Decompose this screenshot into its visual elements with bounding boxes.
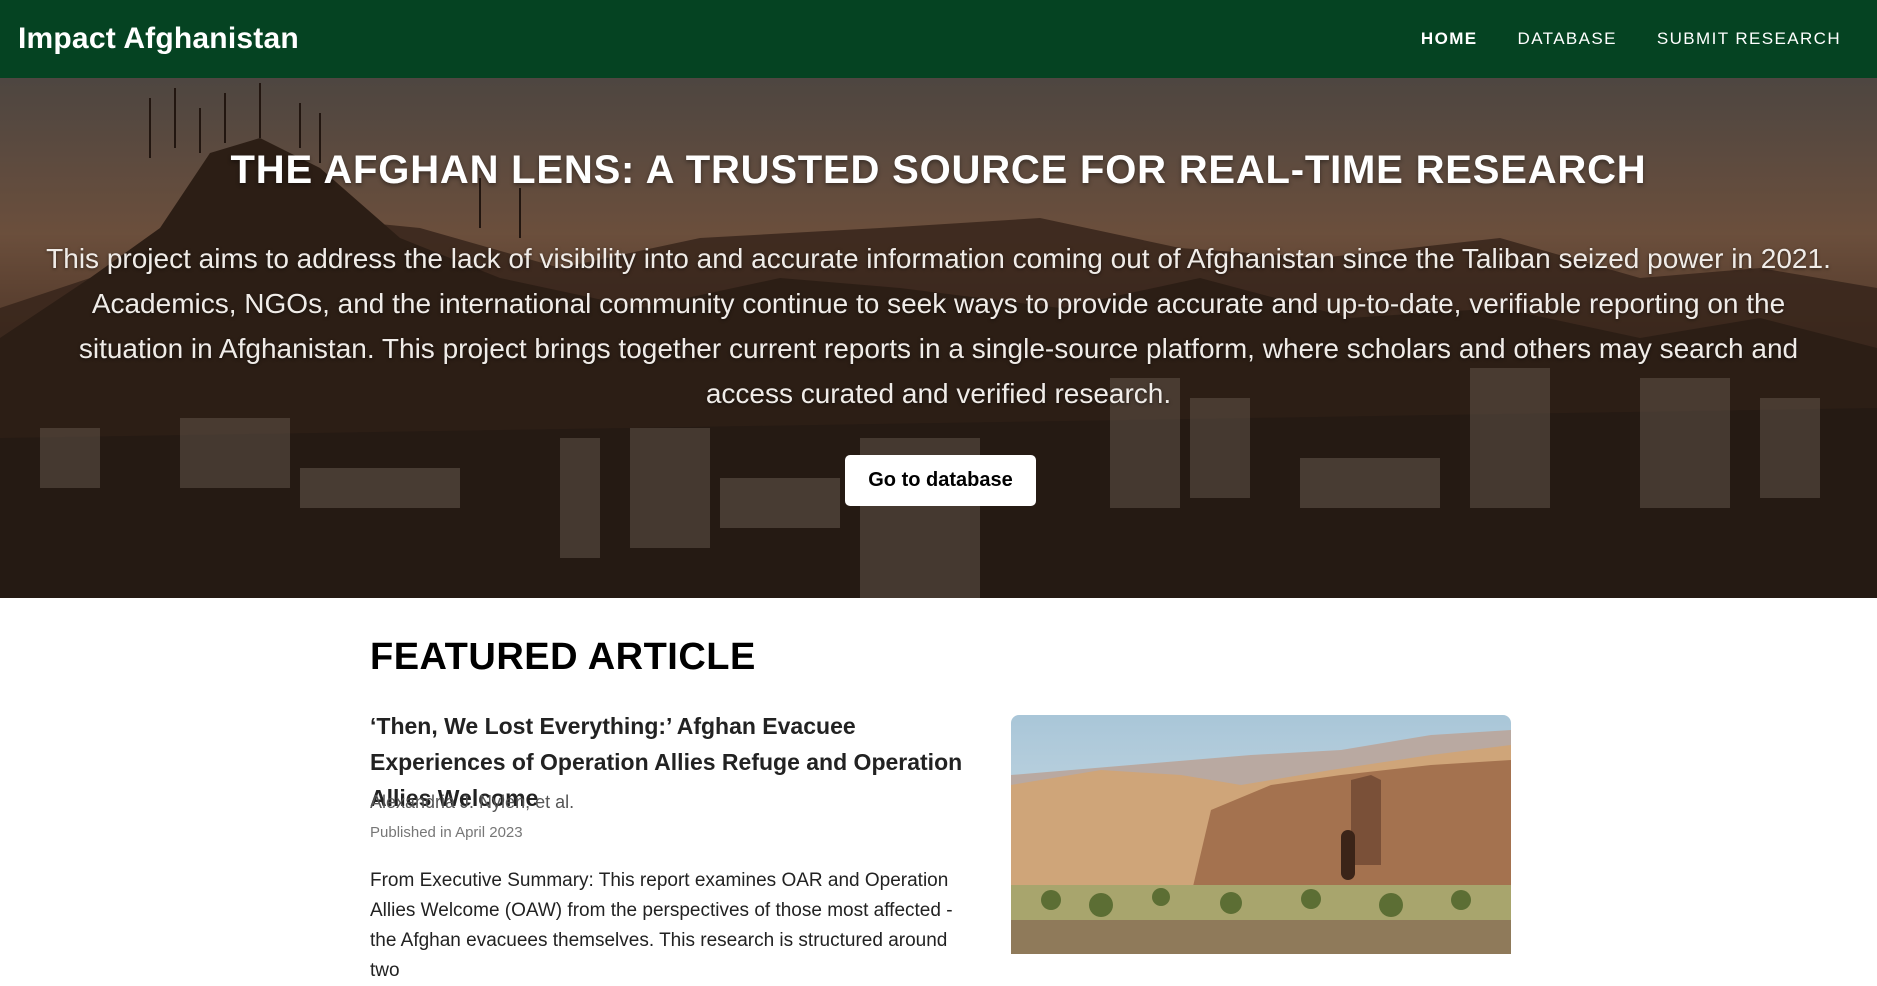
featured-article-date: Published in April 2023 — [370, 824, 523, 841]
hero-description: This project aims to address the lack of… — [46, 243, 1831, 409]
featured-article-author: Alexandria J. Nylen, et al. — [370, 792, 575, 812]
nav-link-database[interactable]: DATABASE — [1518, 29, 1617, 49]
featured-article-heading: FEATURED ARTICLE — [370, 636, 756, 678]
hero-title: THE AFGHAN LENS: A TRUSTED SOURCE FOR RE… — [230, 148, 1647, 192]
hero-content: THE AFGHAN LENS: A TRUSTED SOURCE FOR RE… — [0, 78, 1877, 598]
featured-article-summary: From Executive Summary: This report exam… — [370, 870, 953, 981]
nav-link-home[interactable]: HOME — [1421, 29, 1478, 49]
top-navbar: Impact Afghanistan HOME DATABASE SUBMIT … — [0, 0, 1877, 78]
nav-links: HOME DATABASE SUBMIT RESEARCH — [1421, 29, 1859, 49]
bamiyan-cliffs-image — [1011, 715, 1511, 954]
hero-section: THE AFGHAN LENS: A TRUSTED SOURCE FOR RE… — [0, 78, 1877, 598]
nav-link-submit-research[interactable]: SUBMIT RESEARCH — [1657, 29, 1841, 49]
brand-logo-link[interactable]: Impact Afghanistan — [18, 22, 299, 56]
featured-article-image[interactable] — [1011, 715, 1511, 954]
go-to-database-button[interactable]: Go to database — [845, 455, 1036, 506]
